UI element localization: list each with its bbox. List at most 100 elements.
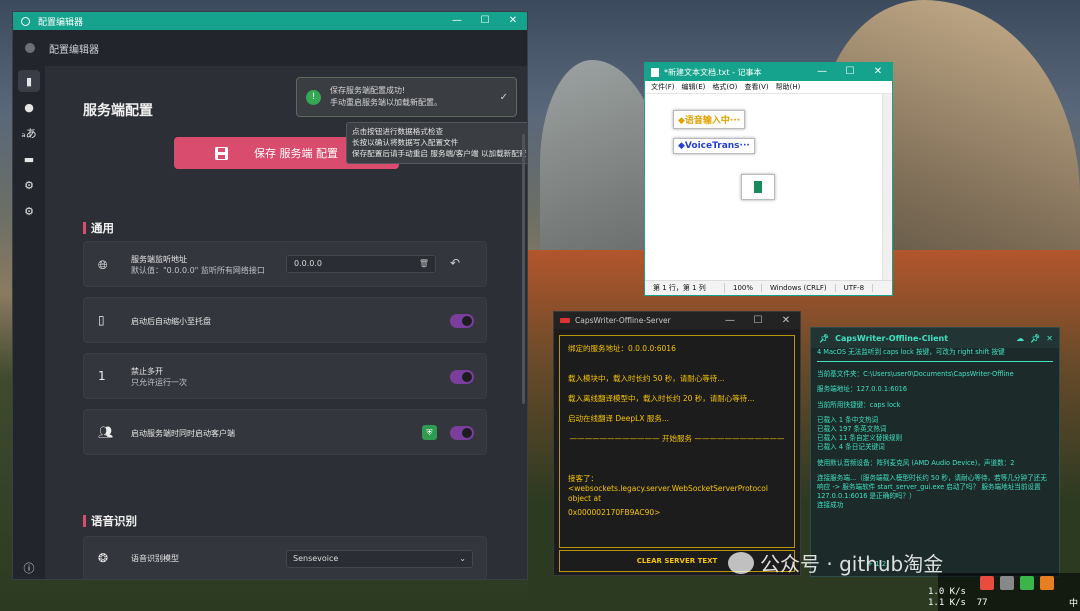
config-editor-titlebar[interactable]: 配置编辑器 — ☐ ✕ <box>13 12 527 30</box>
config-editor-window: 配置编辑器 — ☐ ✕ 配置编辑器 ▮ ● ₐあ ▬ ⚙ ⚙ ⓘ 服务端配置 ! 保… <box>12 11 528 580</box>
client-log-line: 4 MacOS 无法监听到 caps lock 按键，可改为 right shi… <box>817 348 1005 356</box>
server-title: CapsWriter-Offline-Server <box>575 316 671 325</box>
close-icon[interactable]: ✕ <box>499 12 527 30</box>
server-app-icon <box>560 318 570 323</box>
multi-title: 禁止多开 <box>131 367 163 376</box>
server-log: 绑定的服务地址：0.0.0.0:6016 载入模块中，载入时长约 50 秒，请耐… <box>559 335 795 548</box>
notepad-close-icon[interactable]: ✕ <box>864 63 892 81</box>
model-select[interactable]: Sensevoice ⌄ <box>286 550 473 568</box>
notepad-window: *新建文本文档.txt - 记事本 — ☐ ✕ 文件(F) 编辑(E) 格式(O) … <box>644 62 893 296</box>
server-close-icon[interactable]: ✕ <box>772 312 800 330</box>
model-card: ❂ 语音识别模型 Sensevoice ⌄ <box>83 536 487 579</box>
pin-icon[interactable]: 📌︎ <box>819 334 829 343</box>
app-logo <box>25 43 35 53</box>
tray-app-icon[interactable] <box>1020 576 1034 590</box>
client-log-line: 已载入 1 条中文热词 已载入 197 条英文热词 已载入 11 条自定义替换规… <box>817 415 903 452</box>
sidebar: ▮ ● ₐあ ▬ ⚙ ⚙ ⓘ <box>13 66 45 579</box>
section-asr-label: 语音识别 <box>91 514 137 528</box>
toast-check-icon[interactable]: ✓ <box>500 92 508 103</box>
maximize-icon[interactable]: ☐ <box>471 12 499 30</box>
notepad-scrollbar[interactable] <box>882 94 892 280</box>
single-instance-toggle[interactable] <box>450 370 474 384</box>
tray-app-icon[interactable] <box>1040 576 1054 590</box>
listen-address-input[interactable]: 0.0.0.0 🗑︎ <box>286 255 436 273</box>
save-icon <box>214 146 228 160</box>
server-titlebar[interactable]: CapsWriter-Offline-Server — ☐ ✕ <box>554 312 800 329</box>
sidebar-settings-icon[interactable]: ⚙ <box>18 174 40 196</box>
one-icon: 1 <box>98 369 106 383</box>
menu-file[interactable]: 文件(F) <box>651 82 675 92</box>
tray-toggle[interactable] <box>450 314 474 328</box>
autoclient-toggle[interactable] <box>450 426 474 440</box>
notepad-minimize-icon[interactable]: — <box>808 63 836 81</box>
server-minimize-icon[interactable]: — <box>716 312 744 330</box>
tray-app-icon[interactable] <box>980 576 994 590</box>
status-lineend: Windows (CRLF) <box>762 284 836 292</box>
client-close-icon[interactable]: ✕ <box>1046 334 1053 343</box>
client-log: 4 MacOS 无法监听到 caps lock 按键，可改为 right shi… <box>817 348 1053 517</box>
autoclient-card: 👥︎ 启动服务端时同时启动客户端 ⛨ <box>83 409 487 455</box>
client-log-line: 连接服务端...（服务端载入模型时长约 50 秒，请耐心等待，若等几分钟了还无响… <box>817 473 1047 510</box>
input-language[interactable]: 中 <box>1069 596 1078 609</box>
notepad-statusbar: 第 1 行，第 1 列 100% Windows (CRLF) UTF-8 <box>645 280 892 295</box>
server-log-line: 启动在线翻译 DeepLX 服务... <box>568 414 670 423</box>
save-button-label: 保存 服务端 配置 <box>254 147 338 160</box>
tooltip-line1: 点击按钮进行数据格式检查 <box>352 127 444 136</box>
tray-app-icon[interactable] <box>1000 576 1014 590</box>
undo-icon[interactable]: ↶ <box>450 256 460 270</box>
sidebar-info-icon[interactable]: ⓘ <box>18 557 40 579</box>
app-title: 配置编辑器 <box>49 44 99 56</box>
users-icon: 👥︎ <box>98 425 114 439</box>
menu-format[interactable]: 格式(O) <box>712 82 737 92</box>
model-icon: ❂ <box>98 551 109 565</box>
save-tooltip: 点击按钮进行数据格式检查 长按以确认将数据写入配置文件 保存配置后请手动重启 服… <box>346 122 528 164</box>
minimize-icon[interactable]: — <box>443 12 471 30</box>
model-title: 语音识别模型 <box>131 554 179 563</box>
notepad-icon <box>651 67 659 77</box>
shield-icon[interactable]: ⛨ <box>422 425 437 440</box>
mic-icon <box>741 174 775 200</box>
listen-desc: 默认值："0.0.0.0" 监听所有网络接口 <box>131 266 265 275</box>
watermark: 公众号 · github淘金 <box>728 548 943 577</box>
scrollbar[interactable] <box>522 134 525 404</box>
globe-icon: 🌐︎ <box>98 258 108 272</box>
notepad-titlebar[interactable]: *新建文本文档.txt - 记事本 — ☐ ✕ <box>645 63 892 81</box>
sidebar-folder-icon[interactable]: ▬ <box>18 148 40 170</box>
status-zoom: 100% <box>725 284 763 292</box>
client-pin-icon[interactable]: 📌︎ <box>1030 334 1040 343</box>
phone-icon: ▯ <box>98 313 105 327</box>
tooltip-line3: 保存配置后请手动重启 服务端/客户端 以加载新配置生效 <box>352 149 528 158</box>
delete-icon[interactable]: 🗑︎ <box>419 256 429 272</box>
server-maximize-icon[interactable]: ☐ <box>744 312 772 330</box>
system-tray: 1.0 K/s 1.1 K/s 77 中 <box>928 573 1080 611</box>
sidebar-settings-2-icon[interactable]: ⚙ <box>18 200 40 222</box>
server-log-line: 绑定的服务地址：0.0.0.0:6016 <box>568 344 676 353</box>
sidebar-server-icon[interactable]: ▮ <box>18 70 40 92</box>
menu-edit[interactable]: 编辑(E) <box>682 82 706 92</box>
cloud-icon[interactable]: ☁ <box>1016 334 1024 343</box>
sidebar-user-icon[interactable]: ● <box>18 96 40 118</box>
watermark-text: 公众号 · github淘金 <box>760 552 944 576</box>
menu-help[interactable]: 帮助(H) <box>776 82 801 92</box>
notepad-maximize-icon[interactable]: ☐ <box>836 63 864 81</box>
server-log-line: ———————————— 开始服务 ———————————— <box>569 434 785 443</box>
menu-view[interactable]: 查看(V) <box>744 82 768 92</box>
app-icon <box>21 16 30 26</box>
wechat-icon <box>728 551 754 574</box>
success-icon: ! <box>306 89 321 105</box>
autoclient-title: 启动服务端时同时启动客户端 <box>131 429 235 438</box>
model-value: Sensevoice <box>293 554 339 563</box>
notepad-title: *新建文本文档.txt - 记事本 <box>664 67 762 77</box>
tray-title: 启动后自动缩小至托盘 <box>131 317 211 326</box>
client-log-line: 服务端地址：127.0.0.1:6016 <box>817 385 908 394</box>
client-titlebar[interactable]: 📌︎ CapsWriter-Offline-Client ☁ 📌︎ ✕ <box>811 328 1059 348</box>
chevron-down-icon: ⌄ <box>459 554 466 563</box>
window-title: 配置编辑器 <box>38 17 84 28</box>
section-general-label: 通用 <box>91 221 114 235</box>
voice-input-indicator: ◆语音输入中··· <box>673 110 746 129</box>
toast-line2: 手动重启服务端以加载新配置。 <box>330 98 442 107</box>
sidebar-translate-icon[interactable]: ₐあ <box>18 122 40 144</box>
client-title: CapsWriter-Offline-Client <box>835 333 949 343</box>
listen-address-value: 0.0.0.0 <box>294 259 322 268</box>
server-log-line: 载入离线翻译模型中，载入时长约 20 秒，请耐心等待... <box>568 394 755 403</box>
